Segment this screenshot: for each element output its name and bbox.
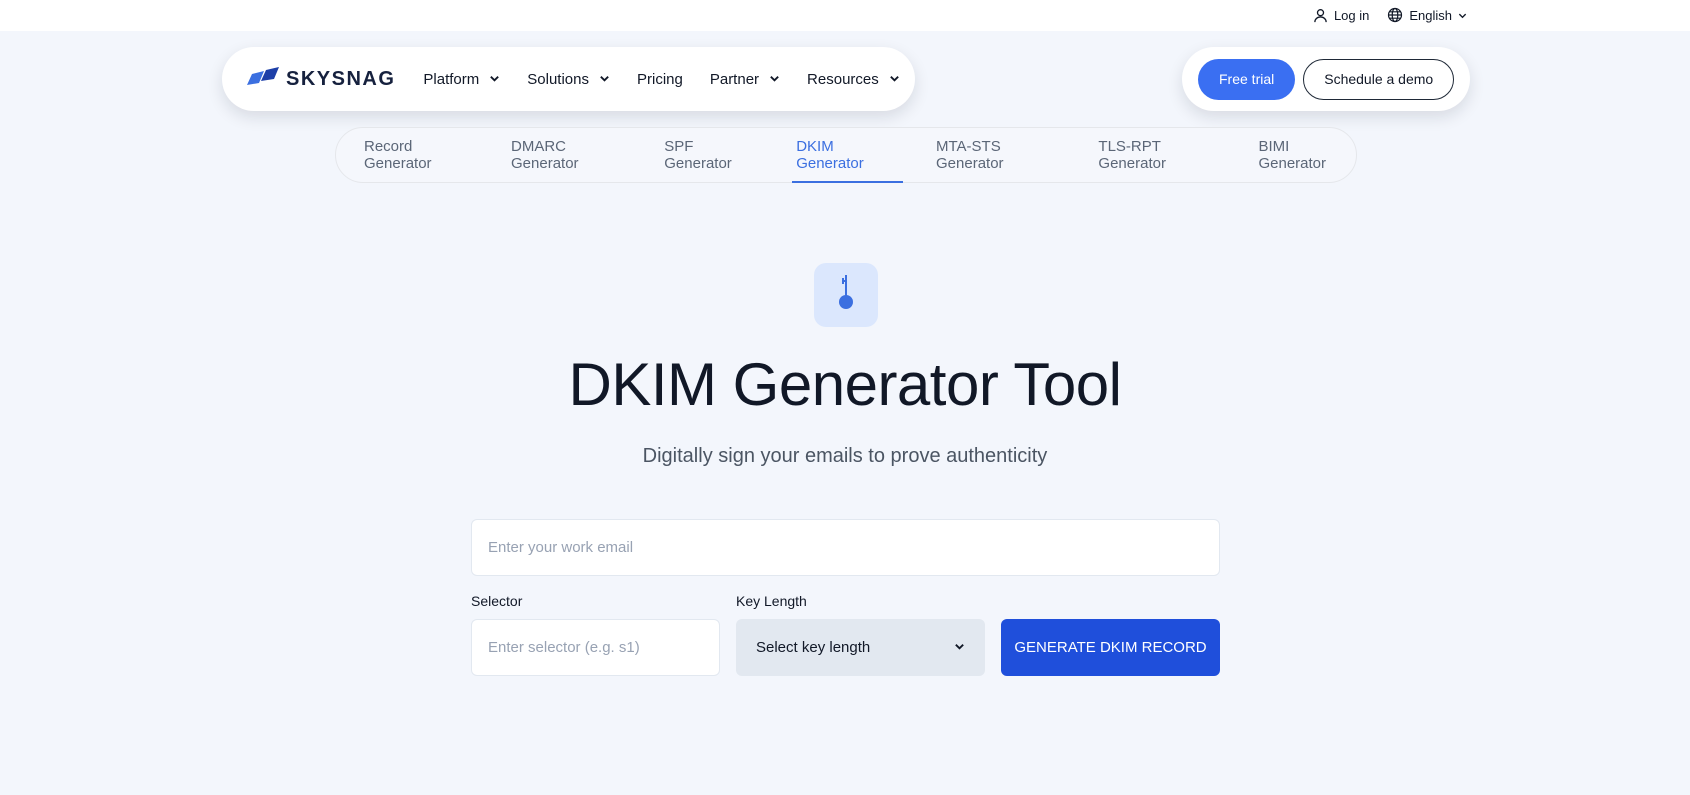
nav-item-label: Solutions [527, 70, 589, 88]
nav-item-resources[interactable]: Resources [807, 71, 900, 88]
hero-icon-tile [814, 263, 878, 327]
schedule-demo-button[interactable]: Schedule a demo [1303, 58, 1455, 100]
top-utility-bar: Log in English [0, 0, 1690, 31]
key-length-selected-value: Select key length [756, 639, 871, 656]
nav-item-solutions[interactable]: Solutions [527, 71, 610, 88]
login-link[interactable]: Log in [1313, 8, 1369, 23]
chevron-down-icon [1458, 11, 1467, 20]
main-navigation: SKYSNAG Platform Solutions Pricing Partn… [222, 47, 915, 111]
cta-group: Free trial Schedule a demo [1182, 47, 1470, 111]
nav-menu: Platform Solutions Pricing Partner Resou… [423, 71, 899, 88]
selector-input[interactable] [471, 619, 720, 676]
selector-label: Selector [471, 593, 523, 609]
chevron-down-icon [954, 639, 965, 656]
chevron-down-icon [889, 71, 900, 88]
logo-mark-icon [246, 66, 280, 93]
page-subtitle: Digitally sign your emails to prove auth… [642, 445, 1048, 467]
chevron-down-icon [489, 71, 500, 88]
login-label: Log in [1333, 7, 1370, 23]
skysnag-logo[interactable]: SKYSNAG [246, 66, 395, 93]
chevron-down-icon [599, 71, 610, 88]
email-field[interactable] [471, 519, 1220, 576]
page-title: DKIM Generator Tool [568, 351, 1122, 418]
tab-spf-generator[interactable]: SPF Generator [663, 127, 760, 183]
tab-record-generator[interactable]: Record Generator [363, 127, 478, 183]
generator-tabs: Record Generator DMARC Generator SPF Gen… [335, 127, 1357, 183]
chevron-down-icon [769, 71, 780, 88]
logo-text: SKYSNAG [286, 67, 396, 90]
key-length-select[interactable]: Select key length [736, 619, 985, 676]
key-length-label: Key Length [736, 593, 807, 609]
nav-item-partner[interactable]: Partner [710, 71, 780, 88]
globe-icon [1387, 7, 1403, 23]
tab-dkim-generator[interactable]: DKIM Generator [792, 127, 903, 183]
nav-item-label: Partner [709, 70, 760, 88]
top-utility-links: Log in English [1313, 6, 1467, 24]
tab-bimi-generator[interactable]: BIMI Generator [1257, 127, 1356, 183]
tab-mta-sts-generator[interactable]: MTA-STS Generator [935, 127, 1065, 183]
nav-item-label: Resources [807, 70, 879, 88]
user-icon [1313, 8, 1328, 23]
language-label: English [1409, 7, 1452, 23]
key-icon [834, 273, 858, 318]
tab-tls-rpt-generator[interactable]: TLS-RPT Generator [1097, 127, 1225, 183]
nav-item-label: Platform [423, 70, 480, 88]
tab-dmarc-generator[interactable]: DMARC Generator [510, 127, 631, 183]
free-trial-button[interactable]: Free trial [1198, 58, 1296, 100]
nav-item-pricing[interactable]: Pricing [637, 71, 683, 88]
generate-dkim-record-button[interactable]: GENERATE DKIM RECORD [1001, 619, 1220, 676]
language-selector[interactable]: English [1387, 7, 1467, 23]
nav-item-label: Pricing [636, 70, 683, 88]
nav-item-platform[interactable]: Platform [423, 71, 500, 88]
